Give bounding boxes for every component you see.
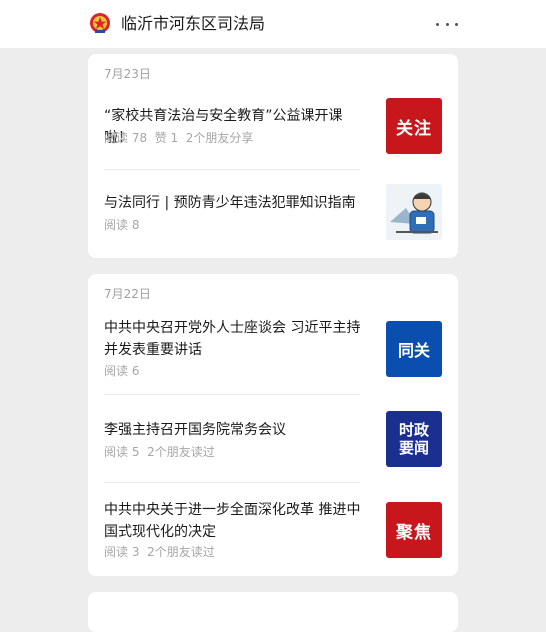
more-dots-icon[interactable] — [436, 14, 458, 34]
cartoon-illustration-icon — [386, 184, 442, 240]
thumbnail-label: 要闻 — [398, 439, 429, 457]
divider — [104, 394, 360, 395]
date-label: 7月23日 — [104, 67, 151, 81]
article-item[interactable]: 与法同行 | 预防青少年违法犯罪知识指南 阅读 8 — [104, 184, 442, 247]
article-meta: 阅读 78 赞 1 2个朋友分享 — [104, 131, 254, 145]
article-item[interactable]: 中共中央召开党外人士座谈会 习近平主持并发表重要讲话 阅读 6 同关 — [104, 316, 442, 382]
article-meta: 阅读 3 2个朋友读过 — [104, 545, 215, 559]
thumbnail-label: 同关 — [397, 341, 430, 360]
article-item[interactable]: 李强主持召开国务院常务会议 阅读 5 2个朋友读过 时政 要闻 — [104, 411, 442, 474]
article-meta: 阅读 5 2个朋友读过 — [104, 445, 215, 459]
article-thumbnail[interactable]: 同关 — [386, 321, 442, 377]
date-label: 7月22日 — [104, 287, 151, 301]
article-title[interactable]: 与法同行 | 预防青少年违法犯罪知识指南 — [104, 192, 366, 214]
thumbnail-label: 聚焦 — [396, 522, 432, 543]
top-bar: 临沂市河东区司法局 — [0, 0, 546, 48]
article-meta: 阅读 6 — [104, 364, 140, 378]
article-thumbnail[interactable]: 时政 要闻 — [386, 411, 442, 467]
article-item[interactable]: “家校共育法治与安全教育”公益课开课啦！ 阅读 78 赞 1 2个朋友分享 关注 — [104, 98, 442, 160]
article-thumbnail[interactable] — [386, 184, 442, 240]
divider — [104, 482, 360, 483]
police-emblem-icon[interactable] — [89, 12, 111, 34]
divider — [104, 169, 360, 170]
thumbnail-label: 时政 — [398, 421, 429, 439]
article-item[interactable]: 中共中央关于进一步全面深化改革 推进中国式现代化的决定 阅读 3 2个朋友读过 … — [104, 498, 442, 564]
article-meta: 阅读 8 — [104, 218, 140, 232]
article-thumbnail[interactable]: 聚焦 — [386, 502, 442, 558]
article-title[interactable]: 中共中央关于进一步全面深化改革 推进中国式现代化的决定 — [104, 499, 366, 543]
account-title[interactable]: 临沂市河东区司法局 — [121, 13, 265, 35]
article-title[interactable]: 中共中央召开党外人士座谈会 习近平主持并发表重要讲话 — [104, 317, 366, 361]
article-title[interactable]: 李强主持召开国务院常务会议 — [104, 419, 366, 441]
date-group-card: 7月23日 “家校共育法治与安全教育”公益课开课啦！ 阅读 78 赞 1 2个朋… — [88, 54, 458, 258]
date-group-card: 7月22日 中共中央召开党外人士座谈会 习近平主持并发表重要讲话 阅读 6 同关… — [88, 274, 458, 576]
thumbnail-label: 关注 — [396, 118, 432, 139]
date-group-card — [88, 592, 458, 632]
article-thumbnail[interactable]: 关注 — [386, 98, 442, 154]
